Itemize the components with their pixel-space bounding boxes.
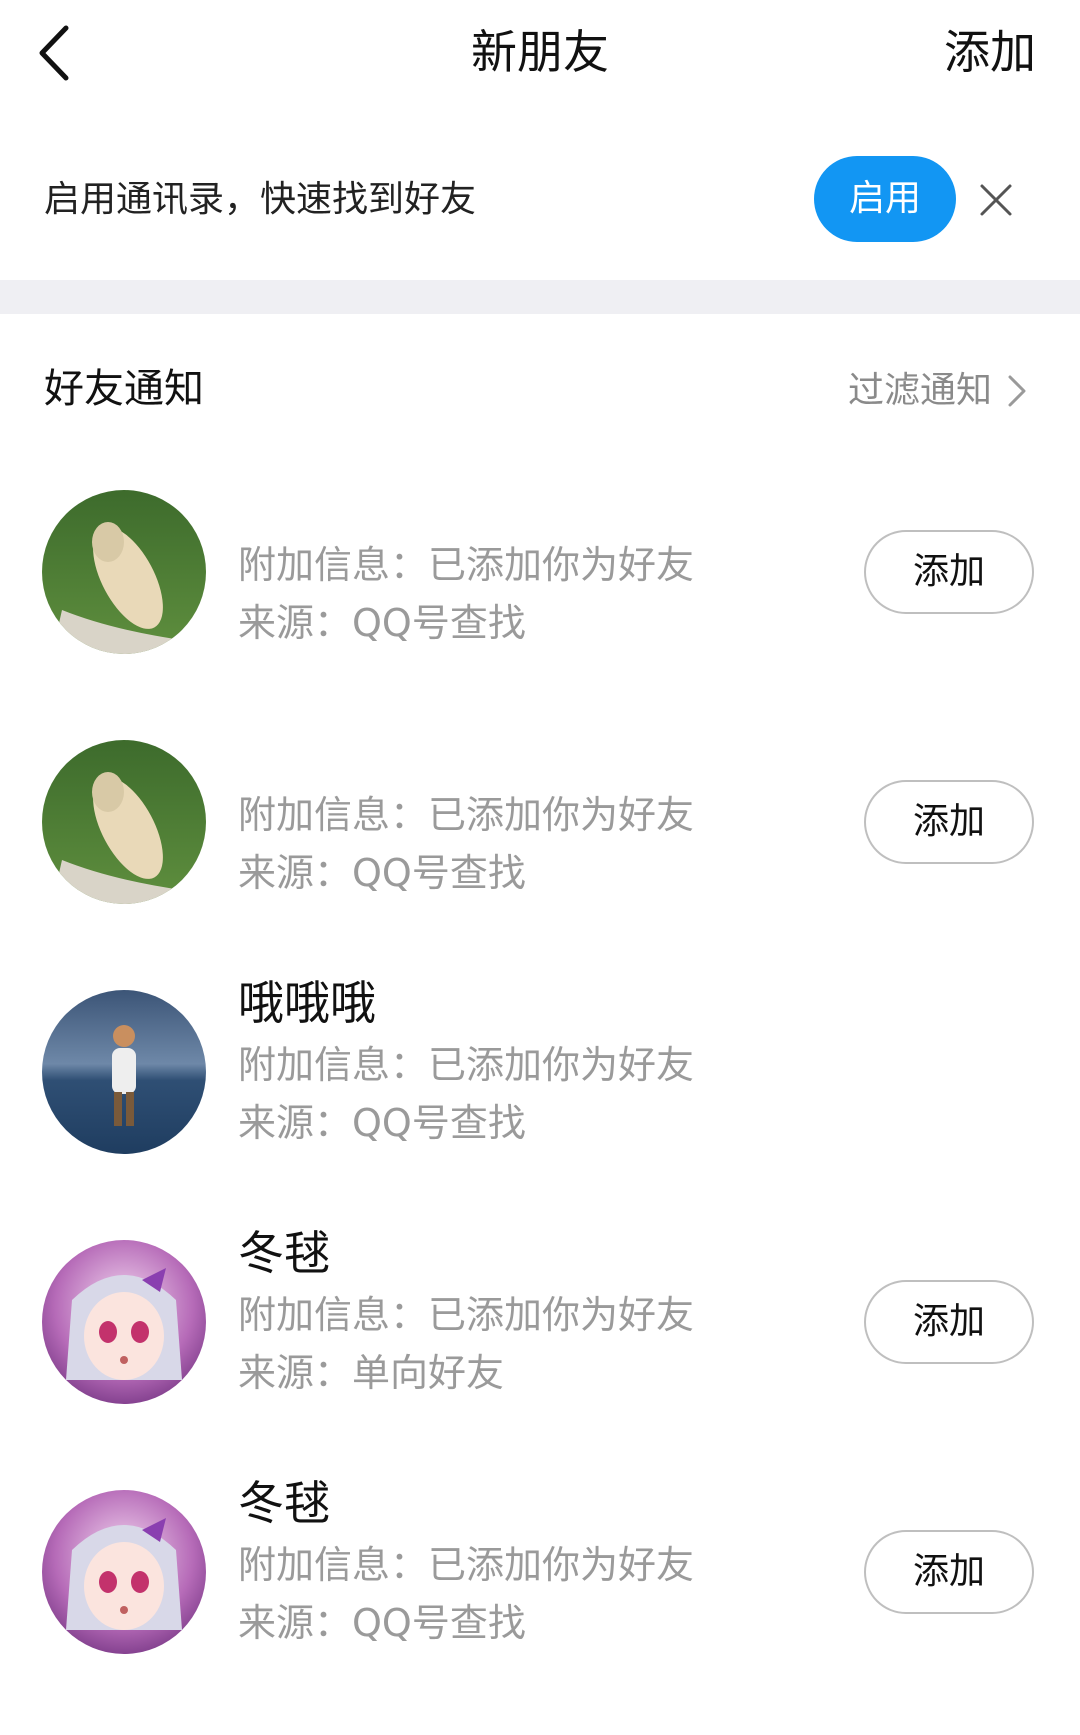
request-source: 来源：QQ号查找 <box>238 851 526 895</box>
section-title: 好友通知 <box>44 366 204 412</box>
request-source: 来源：QQ号查找 <box>238 1601 526 1645</box>
request-source: 来源：QQ号查找 <box>238 601 526 645</box>
add-button[interactable]: 添加 <box>864 780 1034 864</box>
request-source: 来源：单向好友 <box>238 1351 505 1395</box>
top-bar: 新朋友 添加 <box>0 0 1080 110</box>
request-source: 来源：QQ号查找 <box>238 1101 526 1145</box>
request-name: 冬毬 <box>238 1476 330 1530</box>
filter-label: 过滤通知 <box>847 370 992 411</box>
friend-request-row[interactable]: 冬毬 附加信息：已添加你为好友 来源：单向好友 添加 <box>0 1190 1080 1440</box>
filter-notifications-link[interactable]: 过滤通知 <box>848 366 1028 416</box>
request-info: 附加信息：已添加你为好友 <box>238 543 695 587</box>
chevron-right-icon <box>1008 375 1026 407</box>
page-title: 新朋友 <box>471 25 609 79</box>
request-info: 附加信息：已添加你为好友 <box>238 1293 695 1337</box>
friend-request-row[interactable]: 附加信息：已添加你为好友 来源：QQ号查找 添加 <box>0 690 1080 940</box>
section-divider <box>0 280 1080 314</box>
request-name: 冬毬 <box>238 1226 330 1280</box>
add-button[interactable]: 添加 <box>864 530 1034 614</box>
friend-request-row[interactable]: 附加信息：已添加你为好友 来源：QQ号查找 添加 <box>0 440 1080 690</box>
avatar[interactable] <box>42 490 206 654</box>
friend-request-row[interactable]: 冬毬 附加信息：已添加你为好友 来源：QQ号查找 添加 <box>0 1440 1080 1690</box>
add-button[interactable]: 添加 <box>864 1530 1034 1614</box>
avatar[interactable] <box>42 740 206 904</box>
request-info: 附加信息：已添加你为好友 <box>238 1043 695 1087</box>
avatar[interactable] <box>42 1240 206 1404</box>
friend-request-row[interactable]: 哦哦哦 附加信息：已添加你为好友 来源：QQ号查找 <box>0 940 1080 1190</box>
add-button[interactable]: 添加 <box>864 1280 1034 1364</box>
request-info: 附加信息：已添加你为好友 <box>238 1543 695 1587</box>
request-info: 附加信息：已添加你为好友 <box>238 793 695 837</box>
contacts-banner: 启用通讯录，快速找到好友 启用 <box>0 140 1080 260</box>
enable-contacts-button[interactable]: 启用 <box>814 156 956 242</box>
close-icon[interactable] <box>976 180 1016 220</box>
avatar[interactable] <box>42 1490 206 1654</box>
request-name: 哦哦哦 <box>238 976 376 1030</box>
add-friend-button[interactable]: 添加 <box>944 22 1036 82</box>
banner-text: 启用通讯录，快速找到好友 <box>44 179 477 220</box>
avatar[interactable] <box>42 990 206 1154</box>
